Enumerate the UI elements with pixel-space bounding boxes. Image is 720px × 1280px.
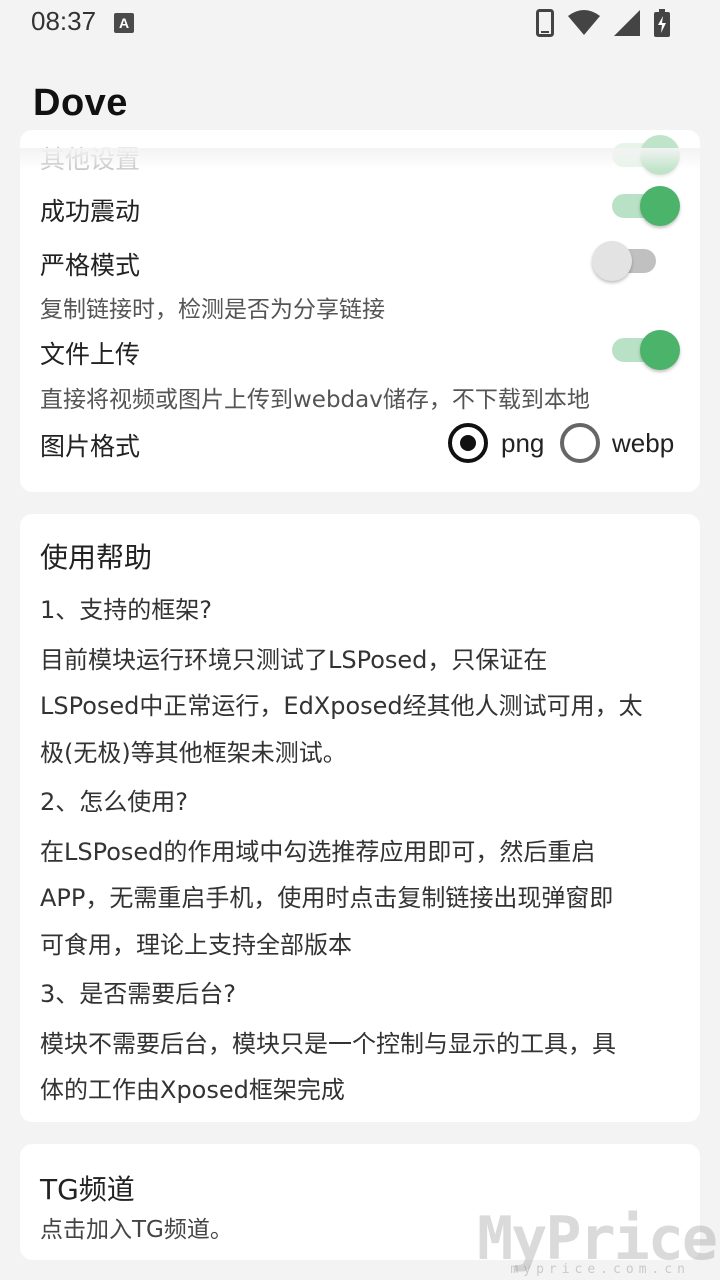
- phone-icon: [536, 9, 554, 37]
- image-format-label: 图片格式: [40, 432, 141, 461]
- wifi-icon: [568, 10, 600, 35]
- success-vibrate-label: 成功震动: [40, 197, 141, 226]
- help-line: 极(无极)等其他框架未测试。: [40, 739, 347, 767]
- strict-mode-description: 复制链接时，检测是否为分享链接: [40, 297, 385, 323]
- help-line: 可食用，理论上支持全部版本: [40, 931, 352, 959]
- radio-webp[interactable]: [560, 423, 600, 463]
- help-card: 使用帮助 1、支持的框架? 目前模块运行环境只测试了LSPosed，只保证在 L…: [20, 514, 700, 1122]
- radio-png-label[interactable]: png: [501, 428, 544, 459]
- file-upload-toggle[interactable]: [608, 329, 680, 370]
- help-line: 在LSPosed的作用域中勾选推荐应用即可，然后重启: [40, 838, 596, 866]
- success-vibrate-toggle[interactable]: [608, 185, 680, 226]
- help-title: 使用帮助: [40, 541, 153, 574]
- help-line: 模块不需要后台，模块只是一个控制与显示的工具，具: [40, 1030, 616, 1058]
- help-line: 3、是否需要后台?: [40, 980, 237, 1008]
- notification-badge-icon: A: [114, 13, 134, 33]
- tg-subtitle: 点击加入TG频道。: [40, 1217, 233, 1243]
- status-time: 08:37: [31, 6, 97, 36]
- help-line: 1、支持的框架?: [40, 596, 213, 624]
- radio-png[interactable]: [448, 423, 488, 463]
- help-line: LSPosed中正常运行，EdXposed经其他人测试可用，太: [40, 692, 643, 720]
- signal-icon: [614, 10, 640, 36]
- help-line: 体的工作由Xposed框架完成: [40, 1076, 345, 1104]
- status-icons: [536, 9, 670, 37]
- strict-mode-label: 严格模式: [40, 251, 141, 280]
- tg-title: TG频道: [40, 1173, 135, 1206]
- help-line: 2、怎么使用?: [40, 788, 189, 816]
- file-upload-description: 直接将视频或图片上传到webdav储存，不下载到本地: [40, 387, 590, 413]
- settings-card: 其他设置 成功震动 严格模式 复制链接时，检测是否为分享链接 文件上传 直接将视…: [20, 130, 700, 492]
- app-title: Dove: [33, 82, 128, 124]
- status-bar: 08:37 A: [0, 0, 720, 48]
- strict-mode-toggle[interactable]: [592, 240, 662, 281]
- help-line: 目前模块运行环境只测试了LSPosed，只保证在: [40, 646, 548, 674]
- scroll-fade: [0, 148, 720, 170]
- watermark-url: myprice.com.cn: [510, 1262, 690, 1277]
- help-line: APP，无需重启手机，使用时点击复制链接出现弹窗即: [40, 884, 614, 912]
- file-upload-label: 文件上传: [40, 340, 141, 369]
- battery-charging-icon: [654, 9, 670, 37]
- radio-webp-label[interactable]: webp: [612, 428, 674, 459]
